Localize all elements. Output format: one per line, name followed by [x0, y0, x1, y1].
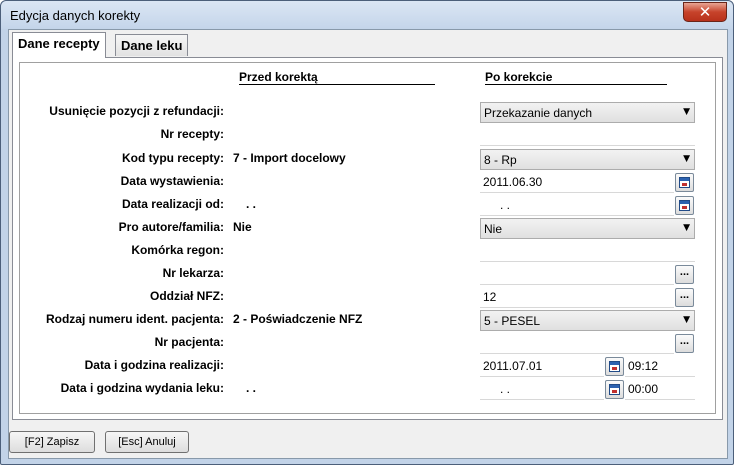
- refund-removal-value: Przekazanie danych: [484, 106, 593, 120]
- dialog-window: Edycja danych korekty ✕ Dane recepty Dan…: [0, 0, 734, 465]
- label-nr-pacjenta: Nr pacjenta:: [154, 335, 224, 349]
- close-icon: ✕: [698, 3, 712, 21]
- label-kod-typu-recepty: Kod typu recepty:: [121, 151, 224, 165]
- chevron-down-icon: ▼: [683, 223, 690, 233]
- chevron-down-icon: ▼: [683, 154, 690, 164]
- patient-number-field[interactable]: [480, 333, 674, 354]
- title-bar: Edycja danych korekty ✕: [1, 1, 733, 29]
- fulfillment-date-calendar-button[interactable]: [605, 357, 624, 376]
- dispense-date-value: . .: [500, 382, 511, 396]
- dialog-client-area: Dane recepty Dane leku Przed korektą Po …: [8, 29, 728, 459]
- label-komorka-regon: Komórka regon:: [131, 243, 224, 257]
- label-data-wystawienia: Data wystawienia:: [120, 174, 224, 188]
- header-before: Przed korektą: [239, 70, 435, 85]
- window-title: Edycja danych korekty: [10, 8, 141, 23]
- fulfillment-time-value: 09:12: [628, 359, 659, 373]
- fulfillment-time-field[interactable]: 09:12: [625, 356, 695, 377]
- doctor-number-field[interactable]: [480, 264, 674, 285]
- ellipsis-icon: ...: [679, 335, 690, 347]
- prescription-type-value: 8 - Rp: [484, 153, 517, 167]
- pro-autore-value: Nie: [484, 222, 503, 236]
- dispense-date-calendar-button[interactable]: [605, 380, 624, 399]
- patient-lookup-button[interactable]: ...: [675, 334, 694, 353]
- ellipsis-icon: ...: [679, 266, 690, 278]
- before-rodzaj-numeru-pacjenta: 2 - Poświadczenie NFZ: [233, 312, 363, 326]
- cancel-button[interactable]: [Esc] Anuluj: [105, 431, 189, 453]
- nfz-branch-lookup-button[interactable]: ...: [675, 288, 694, 307]
- fulfillment-date-field[interactable]: 2011.07.01: [480, 356, 604, 377]
- patient-id-type-select[interactable]: 5 - PESEL ▼: [480, 310, 695, 331]
- ellipsis-icon: ...: [679, 289, 690, 301]
- calendar-icon: [609, 361, 620, 372]
- correction-form: Przed korektą Po korekcie Usunięcie pozy…: [19, 62, 716, 414]
- tab-panel: Przed korektą Po korekcie Usunięcie pozy…: [12, 57, 723, 420]
- fulfillment-date-value: 2011.07.01: [483, 359, 543, 373]
- refund-removal-select[interactable]: Przekazanie danych ▼: [480, 102, 695, 123]
- patient-id-type-value: 5 - PESEL: [484, 314, 541, 328]
- fulfillment-from-calendar-button[interactable]: [675, 196, 694, 215]
- save-button[interactable]: [F2] Zapisz: [9, 431, 95, 453]
- fulfillment-from-date-value: . .: [500, 198, 511, 212]
- before-data-godzina-wydania: . .: [246, 381, 257, 395]
- before-pro-autore-familia: Nie: [233, 220, 252, 234]
- label-nr-lekarza: Nr lekarza:: [162, 266, 224, 280]
- issue-date-calendar-button[interactable]: [675, 173, 694, 192]
- header-after: Po korekcie: [485, 70, 667, 85]
- before-kod-typu-recepty: 7 - Import docelowy: [233, 151, 346, 165]
- issue-date-field[interactable]: 2011.06.30: [480, 172, 674, 193]
- label-oddzial-nfz: Oddział NFZ:: [150, 289, 224, 303]
- issue-date-value: 2011.06.30: [483, 175, 543, 189]
- dispense-time-value: 00:00: [628, 382, 659, 396]
- label-data-realizacji-od: Data realizacji od:: [121, 197, 224, 211]
- label-nr-recepty: Nr recepty:: [160, 127, 224, 141]
- nfz-branch-value: 12: [483, 290, 497, 304]
- dispense-date-field[interactable]: . .: [480, 379, 604, 400]
- label-data-godzina-wydania: Data i godzina wydania leku:: [60, 381, 224, 395]
- regon-unit-field[interactable]: [480, 241, 695, 262]
- label-rodzaj-numeru-pacjenta: Rodzaj numeru ident. pacjenta:: [45, 312, 224, 326]
- label-pro-autore-familia: Pro autore/familia:: [118, 220, 224, 234]
- close-button[interactable]: ✕: [683, 2, 727, 22]
- fulfillment-from-date-field[interactable]: . .: [480, 195, 674, 216]
- tab-dane-recepty[interactable]: Dane recepty: [12, 32, 106, 58]
- chevron-down-icon: ▼: [683, 315, 690, 325]
- chevron-down-icon: ▼: [683, 107, 690, 117]
- pro-autore-select[interactable]: Nie ▼: [480, 218, 695, 239]
- calendar-icon: [679, 177, 690, 188]
- calendar-icon: [609, 384, 620, 395]
- prescription-number-field[interactable]: [480, 125, 695, 146]
- doctor-lookup-button[interactable]: ...: [675, 265, 694, 284]
- nfz-branch-field[interactable]: 12: [480, 287, 674, 308]
- label-data-godzina-realizacji: Data i godzina realizacji:: [84, 358, 224, 372]
- label-usuniecie-pozycji: Usunięcie pozycji z refundacji:: [49, 104, 224, 118]
- prescription-type-select[interactable]: 8 - Rp ▼: [480, 149, 695, 170]
- calendar-icon: [679, 200, 690, 211]
- dispense-time-field[interactable]: 00:00: [625, 379, 695, 400]
- tab-dane-leku[interactable]: Dane leku: [115, 34, 189, 56]
- before-data-realizacji-od: . .: [246, 197, 257, 211]
